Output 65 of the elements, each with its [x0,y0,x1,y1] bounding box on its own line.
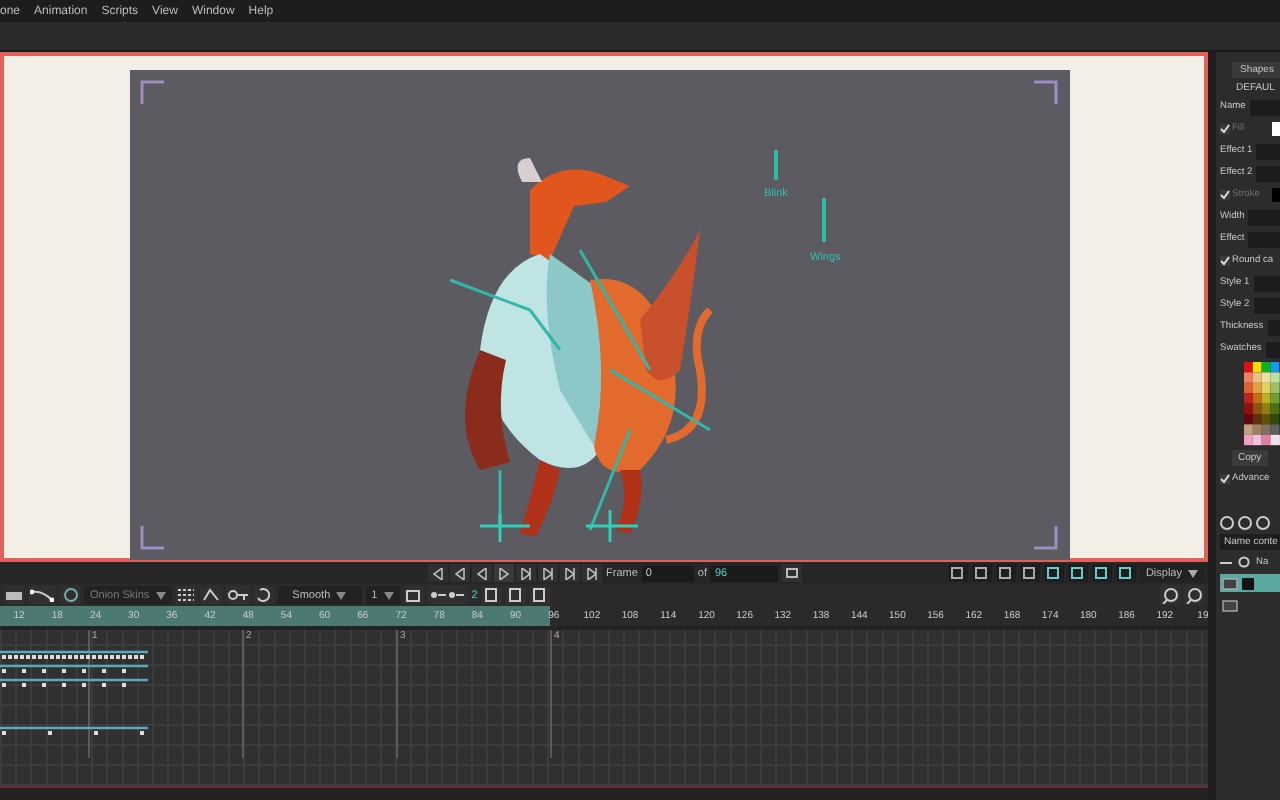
layer-row[interactable] [1220,574,1280,592]
frame-corner-icon [140,80,164,104]
view-toggle-button[interactable] [1115,564,1136,582]
playback-icon [520,567,532,579]
frame-button[interactable] [403,586,424,604]
key-button[interactable] [225,586,250,604]
view-toggle-button[interactable] [1019,564,1040,582]
zoom-button[interactable] [1184,586,1204,604]
timeline-tool-button[interactable] [481,586,502,604]
play-button[interactable] [494,564,514,582]
layer-color-icon [1242,577,1254,589]
shift-keys-icon [429,590,466,600]
playback-icon [586,567,598,579]
timeline-tool-button[interactable] [505,586,526,604]
view-toggle-button[interactable] [1067,564,1088,582]
check-icon [1220,474,1230,484]
caret-icon [155,591,166,599]
checkbox[interactable] [1220,474,1230,484]
view-toggle-button[interactable] [1043,564,1064,582]
transport-button[interactable] [472,564,492,582]
transport-button[interactable] [560,564,580,582]
frame-corner-icon [140,526,164,550]
onion-icon [63,588,77,602]
timeline-tool-button[interactable] [529,586,550,604]
cycle-button[interactable] [253,586,274,604]
zoom-icon [1162,587,1178,603]
zoom-button[interactable] [1160,586,1180,604]
playback-icon [542,567,554,579]
transport-button[interactable] [428,564,448,582]
view-toggle-button[interactable] [947,564,968,582]
grid-button[interactable] [175,586,196,604]
bone-line [822,198,826,242]
frame-corner-icon [1034,80,1058,104]
shift-keys-button[interactable] [427,586,468,604]
bone-line [774,150,778,180]
playback-icon [564,567,576,579]
cycle-icon [256,588,271,602]
layer-button[interactable] [4,586,24,604]
layers-icon [6,588,22,602]
frame-corner-icon [1034,526,1058,550]
eye-icon [1238,556,1250,568]
grid-icon [177,588,194,602]
view-toggle-button[interactable] [1091,564,1112,582]
curve-icon [30,588,54,602]
caret-icon [383,591,394,599]
film-icon [786,568,799,578]
view-toggle-button[interactable] [971,564,992,582]
curve-button[interactable] [28,586,56,604]
zoom-icon [1186,587,1202,603]
check-icon [1220,190,1230,200]
caret-icon [1188,569,1198,577]
onion-button[interactable] [60,586,80,604]
view-toggle-button[interactable] [995,564,1016,582]
transport-button[interactable] [450,564,470,582]
transport-button[interactable] [516,564,536,582]
key-icon [227,588,248,602]
check-icon [1220,124,1230,134]
caret-icon [336,591,347,599]
swatch-palette[interactable] [1244,362,1280,446]
settings-button[interactable] [782,564,803,582]
transport-button[interactable] [538,564,558,582]
transport-button[interactable] [582,564,602,582]
frame-icon [406,589,421,601]
check-icon [1220,256,1230,266]
checkbox[interactable] [1220,256,1230,266]
